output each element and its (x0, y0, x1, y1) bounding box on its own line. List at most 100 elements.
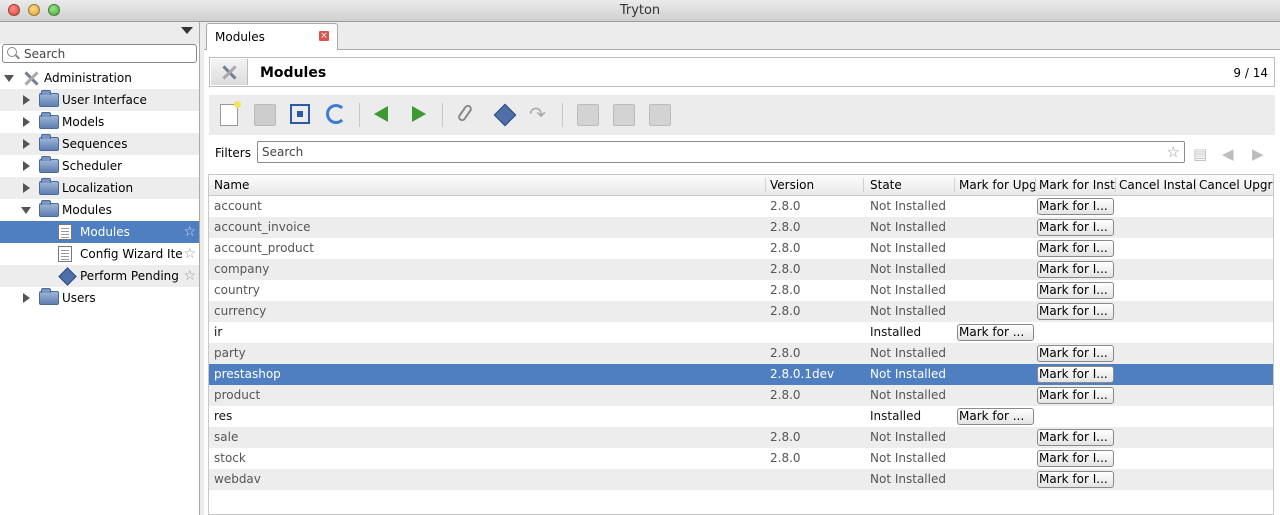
action-icon[interactable] (493, 103, 517, 127)
sidebar-item-label: Config Wizard Ite (80, 247, 183, 261)
new-icon[interactable] (220, 101, 241, 126)
table-row[interactable]: party 2.8.0 Not Installed Mark for I... (209, 343, 1273, 364)
column-header-version[interactable]: Version (770, 178, 864, 192)
close-icon[interactable]: × (319, 31, 329, 41)
mark-for-upgrade-button[interactable]: Mark for ... (957, 324, 1034, 341)
toolbar-separator (562, 103, 563, 127)
mark-for-install-button[interactable]: Mark for I... (1037, 198, 1114, 215)
record-counter: 9 / 14 (1233, 66, 1268, 80)
expander-right-icon[interactable] (23, 139, 30, 149)
table-row[interactable]: prestashop 2.8.0.1dev Not Installed Mark fo… (209, 364, 1273, 385)
column-header-mark-upgrade[interactable]: Mark for Upgrade (959, 178, 1036, 192)
favorite-star-icon[interactable]: ☆ (183, 243, 196, 265)
sidebar-header (0, 22, 199, 44)
column-header-name[interactable]: Name (214, 178, 766, 192)
filter-search-placeholder: Search (262, 145, 304, 159)
mark-for-upgrade-button[interactable]: Mark for ... (957, 408, 1034, 425)
cell-state: Not Installed (870, 199, 946, 213)
table-row[interactable]: product 2.8.0 Not Installed Mark for I... (209, 385, 1273, 406)
email-icon[interactable] (613, 104, 635, 126)
sidebar-item-label: Users (62, 291, 96, 305)
report-icon[interactable] (577, 104, 599, 126)
cell-state: Not Installed (870, 304, 946, 318)
cell-name: account_product (214, 241, 314, 255)
save-icon[interactable] (254, 104, 276, 126)
next-page-icon[interactable]: ▶ (1252, 145, 1264, 163)
previous-icon[interactable] (374, 106, 388, 122)
cell-name: stock (214, 451, 246, 465)
cell-name: sale (214, 430, 239, 444)
sidebar-item-models[interactable]: Models (0, 111, 199, 133)
favorite-star-icon[interactable]: ☆ (183, 265, 196, 287)
mark-for-install-button[interactable]: Mark for I... (1037, 282, 1114, 299)
table-row[interactable]: account 2.8.0 Not Installed Mark for I... (209, 196, 1273, 217)
sidebar-item-localization[interactable]: Localization (0, 177, 199, 199)
mark-for-install-button[interactable]: Mark for I... (1037, 219, 1114, 236)
bookmark-star-icon[interactable]: ☆ (1167, 143, 1180, 161)
expander-down-icon[interactable] (4, 75, 14, 82)
sidebar-search-input[interactable]: Search (2, 44, 197, 63)
favorite-star-icon[interactable]: ☆ (183, 221, 196, 243)
mark-for-install-button[interactable]: Mark for I... (1037, 366, 1114, 383)
sidebar-item-modules[interactable]: Modules ☆ (0, 221, 199, 243)
sidebar-item-sequences[interactable]: Sequences (0, 133, 199, 155)
table-row[interactable]: currency 2.8.0 Not Installed Mark for I... (209, 301, 1273, 322)
table-row[interactable]: sale 2.8.0 Not Installed Mark for I... (209, 427, 1273, 448)
next-icon[interactable] (412, 106, 426, 122)
document-icon (58, 224, 72, 240)
mark-for-install-button[interactable]: Mark for I... (1037, 387, 1114, 404)
sidebar-item-config-wizard[interactable]: Config Wizard Ite ☆ (0, 243, 199, 265)
expander-right-icon[interactable] (23, 161, 30, 171)
sidebar-item-label: Models (62, 115, 105, 129)
table-row[interactable]: company 2.8.0 Not Installed Mark for I... (209, 259, 1273, 280)
expander-right-icon[interactable] (23, 95, 30, 105)
expander-right-icon[interactable] (23, 183, 30, 193)
relate-icon[interactable]: ↷ (529, 104, 549, 124)
reload-icon[interactable] (326, 104, 346, 124)
table-row[interactable]: account_invoice 2.8.0 Not Installed Mark fo… (209, 217, 1273, 238)
switch-view-icon[interactable] (290, 104, 310, 124)
mark-for-install-button[interactable]: Mark for I... (1037, 240, 1114, 257)
toolbar-separator (359, 103, 360, 127)
print-icon[interactable] (649, 104, 671, 126)
expander-right-icon[interactable] (23, 117, 30, 127)
mark-for-install-button[interactable]: Mark for I... (1037, 303, 1114, 320)
column-header-state[interactable]: State (870, 178, 955, 192)
column-header-cancel-installation[interactable]: Cancel Installation (1119, 178, 1196, 192)
column-header-cancel-upgrade[interactable]: Cancel Upgrade (1199, 178, 1273, 192)
save-filter-icon[interactable]: ▤ (1193, 145, 1207, 163)
chevron-down-icon[interactable] (181, 27, 193, 34)
sidebar-item-administration[interactable]: Administration (0, 67, 199, 89)
column-header-mark-install[interactable]: Mark for Install (1039, 178, 1116, 192)
cell-state: Not Installed (870, 430, 946, 444)
cell-name: account (214, 199, 262, 213)
sidebar-item-perform-pending[interactable]: Perform Pending ☆ (0, 265, 199, 287)
table-header: Name Version State Mark for Upgrade Mark… (209, 175, 1273, 196)
tools-icon (22, 70, 40, 86)
table-row[interactable]: country 2.8.0 Not Installed Mark for I... (209, 280, 1273, 301)
table-row[interactable]: ir Installed Mark for ... (209, 322, 1273, 343)
tab-modules[interactable]: Modules × (206, 23, 338, 50)
sidebar-item-users[interactable]: Users (0, 287, 199, 309)
cell-name: party (214, 346, 246, 360)
table-row[interactable]: webdav Not Installed Mark for I... (209, 469, 1273, 490)
table-row[interactable]: stock 2.8.0 Not Installed Mark for I... (209, 448, 1273, 469)
previous-page-icon[interactable]: ◀ (1222, 145, 1234, 163)
expander-down-icon[interactable] (21, 207, 31, 214)
cell-state: Installed (870, 325, 922, 339)
attachment-icon[interactable] (456, 103, 474, 123)
mark-for-install-button[interactable]: Mark for I... (1037, 471, 1114, 488)
cell-name: prestashop (214, 367, 281, 381)
cell-version: 2.8.0 (770, 388, 801, 402)
sidebar-item-modules-folder[interactable]: Modules (0, 199, 199, 221)
table-row[interactable]: res Installed Mark for ... (209, 406, 1273, 427)
mark-for-install-button[interactable]: Mark for I... (1037, 450, 1114, 467)
filter-search-input[interactable]: Search ☆ (257, 141, 1185, 163)
table-row[interactable]: account_product 2.8.0 Not Installed Mark fo… (209, 238, 1273, 259)
sidebar-item-user-interface[interactable]: User Interface (0, 89, 199, 111)
mark-for-install-button[interactable]: Mark for I... (1037, 261, 1114, 278)
expander-right-icon[interactable] (23, 293, 30, 303)
sidebar-item-scheduler[interactable]: Scheduler (0, 155, 199, 177)
mark-for-install-button[interactable]: Mark for I... (1037, 429, 1114, 446)
mark-for-install-button[interactable]: Mark for I... (1037, 345, 1114, 362)
